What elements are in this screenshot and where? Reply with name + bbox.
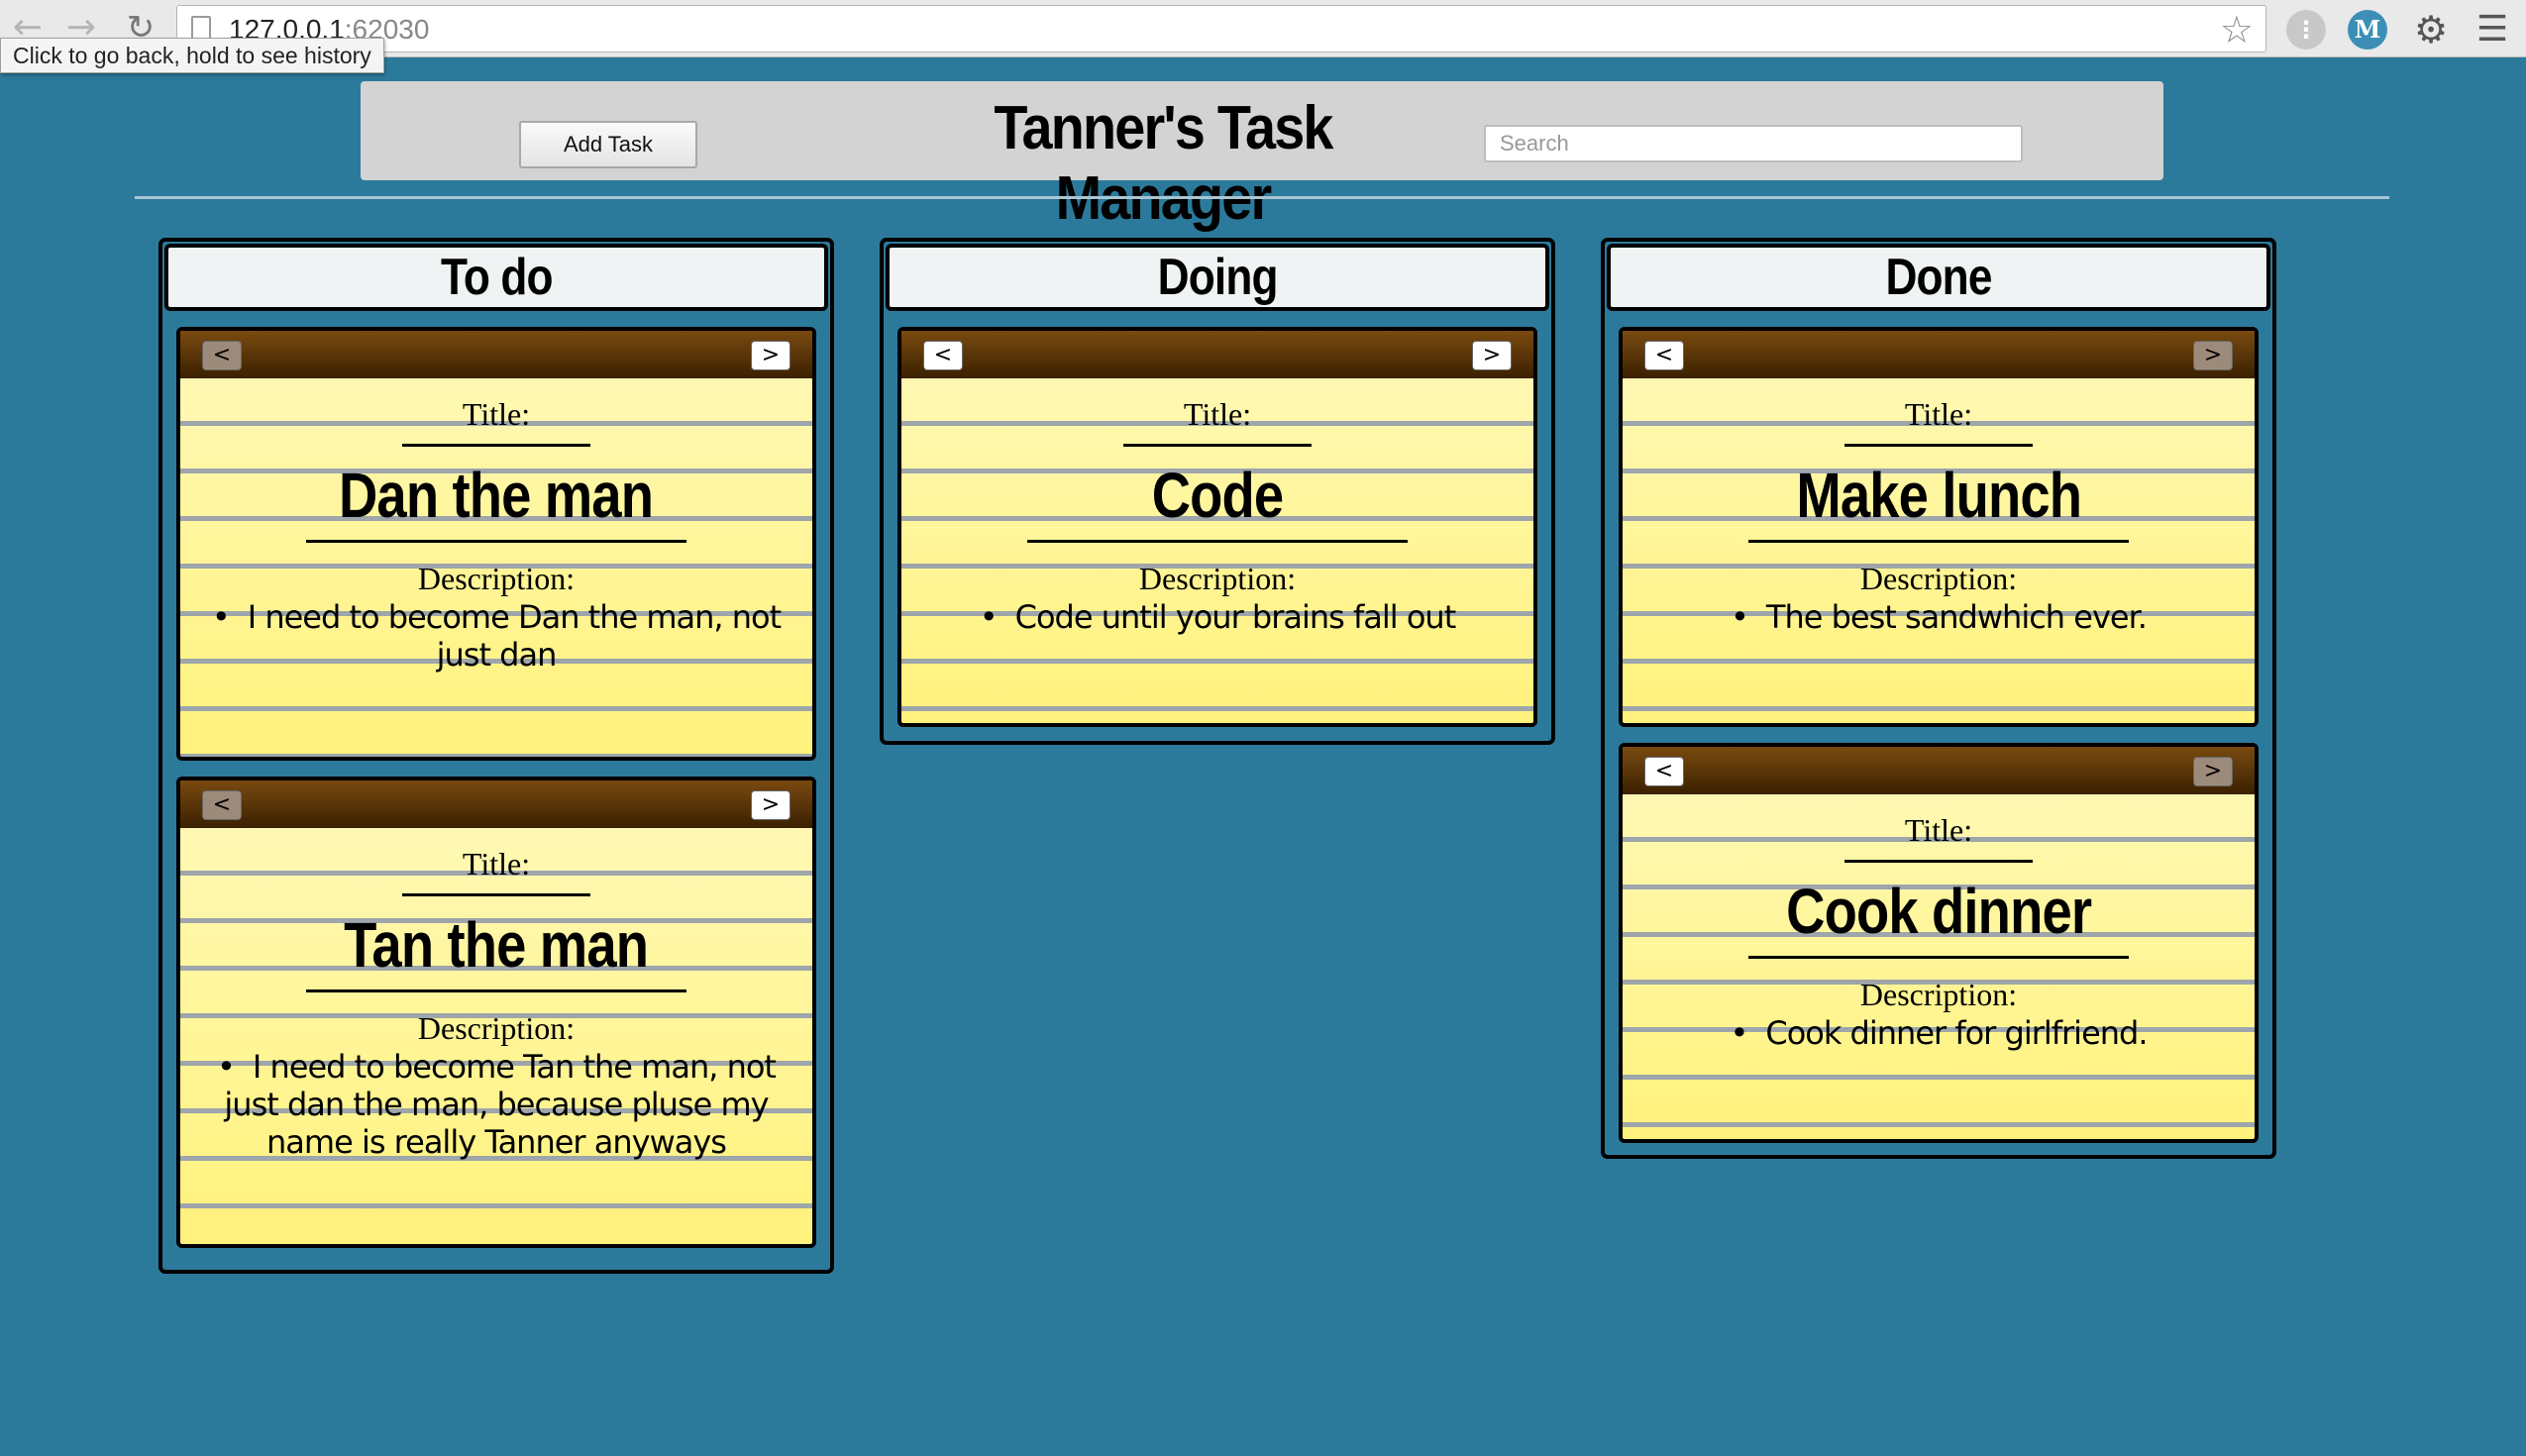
description-label: Description: — [1138, 561, 1297, 596]
description-label: Description: — [417, 561, 576, 596]
add-task-button[interactable]: Add Task — [519, 121, 697, 168]
move-left-button[interactable]: < — [202, 341, 242, 370]
task-card: < > Title: Make lunch Description: The b… — [1619, 327, 2259, 727]
title-label: Title: — [1904, 396, 1973, 432]
title-label: Title: — [462, 396, 531, 432]
bookmark-star-icon[interactable]: ☆ — [2220, 8, 2254, 52]
divider — [1748, 956, 2129, 959]
divider — [1844, 860, 2033, 863]
back-button-tooltip: Click to go back, hold to see history — [0, 38, 384, 73]
menu-icon[interactable]: ☰ — [2473, 10, 2512, 50]
divider — [402, 893, 590, 896]
task-title: Tan the man — [344, 909, 649, 981]
address-bar[interactable]: 127.0.0.1:62030 ☆ — [176, 5, 2266, 52]
column-todo: To do < > Title: Dan the man Description… — [158, 238, 834, 1274]
divider — [1027, 540, 1408, 543]
task-description: Cook dinner for girlfriend. — [1638, 1014, 2239, 1052]
column-header: Done — [1607, 244, 2270, 311]
task-description: Code until your brains fall out — [917, 598, 1518, 636]
column-header: Doing — [886, 244, 1549, 311]
page-title: Tanner's Task Manager — [994, 94, 1333, 233]
task-title: Dan the man — [339, 460, 654, 531]
task-card: < > Title: Dan the man Description: I ne… — [176, 327, 816, 761]
task-card: < > Title: Cook dinner Description: Cook… — [1619, 743, 2259, 1143]
divider — [1748, 540, 2129, 543]
title-label: Title: — [462, 846, 531, 882]
search-input[interactable]: Search — [1484, 125, 2023, 162]
card-toolbar: < > — [180, 780, 812, 828]
title-label: Title: — [1183, 396, 1252, 432]
divider — [306, 540, 686, 543]
move-right-button[interactable]: > — [751, 341, 790, 370]
divider — [1123, 444, 1312, 447]
task-description: I need to become Tan the man, not just d… — [196, 1048, 796, 1161]
card-toolbar: < > — [901, 331, 1533, 378]
extension-m-icon[interactable]: M — [2348, 10, 2387, 50]
move-right-button[interactable]: > — [2193, 757, 2233, 786]
task-card: < > Title: Code Description: Code until … — [897, 327, 1537, 727]
task-card: < > Title: Tan the man Description: I ne… — [176, 777, 816, 1248]
divider — [402, 444, 590, 447]
card-toolbar: < > — [1623, 747, 2255, 794]
header-divider — [135, 196, 2389, 199]
gear-icon[interactable]: ⚙ — [2411, 10, 2451, 50]
column-header: To do — [164, 244, 828, 311]
move-left-button[interactable]: < — [1644, 757, 1684, 786]
move-left-button[interactable]: < — [923, 341, 963, 370]
task-description: The best sandwhich ever. — [1638, 598, 2239, 636]
title-label: Title: — [1904, 812, 1973, 848]
task-description: I need to become Dan the man, not just d… — [196, 598, 796, 674]
task-title: Cook dinner — [1786, 876, 2092, 947]
extension-icon[interactable]: ⋮ — [2286, 10, 2326, 50]
move-left-button[interactable]: < — [202, 790, 242, 820]
card-toolbar: < > — [180, 331, 812, 378]
move-left-button[interactable]: < — [1644, 341, 1684, 370]
divider — [1844, 444, 2033, 447]
divider — [306, 989, 686, 992]
task-title: Make lunch — [1796, 460, 2082, 531]
description-label: Description: — [1859, 561, 2018, 596]
move-right-button[interactable]: > — [1472, 341, 1512, 370]
description-label: Description: — [1859, 977, 2018, 1012]
card-toolbar: < > — [1623, 331, 2255, 378]
task-title: Code — [1151, 460, 1284, 531]
column-done: Done < > Title: Make lunch Description: … — [1601, 238, 2276, 1159]
description-label: Description: — [417, 1010, 576, 1046]
move-right-button[interactable]: > — [751, 790, 790, 820]
app-header: Add Task Tanner's Task Manager Search — [361, 81, 2163, 233]
move-right-button[interactable]: > — [2193, 341, 2233, 370]
column-doing: Doing < > Title: Code Description: Code … — [880, 238, 1555, 745]
